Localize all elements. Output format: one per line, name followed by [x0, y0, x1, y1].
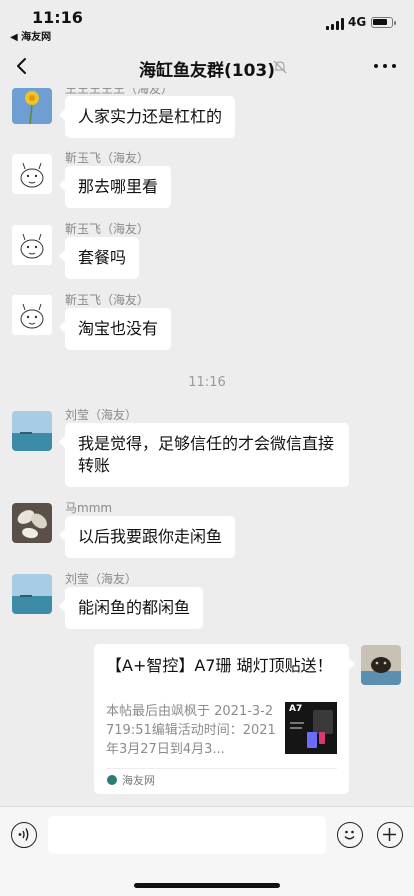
card-thumbnail: A7	[285, 702, 337, 754]
message-bubble[interactable]: 那去哪里看	[58, 166, 172, 208]
card-title: 【A+智控】A7珊 瑚灯顶贴送！	[106, 656, 333, 675]
mute-bell-icon	[273, 59, 287, 74]
card-description: 本帖最后由飒枫于 2021-3-2719:51编辑活动时间：2021年3月27日…	[106, 704, 276, 757]
sender-name: 靳玉飞（海友）	[65, 293, 150, 307]
home-indicator	[134, 883, 280, 888]
sender-name: 马mmm	[65, 501, 113, 515]
input-bar	[0, 806, 414, 896]
cartoon-sketch-avatar[interactable]	[12, 295, 52, 335]
battery-icon	[371, 17, 396, 28]
sea-avatar[interactable]	[12, 574, 52, 614]
voice-icon	[18, 828, 29, 841]
message-bubble[interactable]: 能闲鱼的都闲鱼	[58, 587, 204, 629]
message-bubble[interactable]: 淘宝也没有	[58, 308, 172, 350]
emoji-button[interactable]	[337, 822, 363, 848]
back-to-app-link[interactable]: ◀ 海友网	[10, 28, 51, 43]
sea-avatar[interactable]	[12, 411, 52, 451]
status-time: 11:16	[32, 8, 83, 27]
card-divider	[106, 768, 337, 769]
page-title: 海缸鱼友群(103)	[0, 56, 414, 81]
thumbnail-label: A7	[289, 704, 303, 714]
sender-name: 靳玉飞（海友）	[65, 222, 150, 236]
message-bubble[interactable]: 我是觉得，足够信任的才会微信直接转账	[59, 423, 349, 487]
sender-name: 靳玉飞（海友）	[65, 151, 150, 165]
cartoon-sketch-avatar[interactable]	[12, 154, 52, 194]
more-options-button[interactable]	[374, 64, 398, 70]
status-bar: 11:16 ◀ 海友网 4G	[0, 0, 414, 44]
voice-input-button[interactable]	[11, 822, 37, 848]
signal-icon	[326, 18, 344, 30]
message-input[interactable]	[48, 816, 326, 854]
leaves-avatar[interactable]	[12, 503, 52, 543]
dog-avatar[interactable]	[361, 645, 401, 685]
network-type: 4G	[348, 15, 367, 29]
shared-link-card[interactable]: 【A+智控】A7珊 瑚灯顶贴送！ 本帖最后由飒枫于 2021-3-2719:51…	[94, 644, 355, 794]
chat-messages[interactable]: 王王王王王（海友） 人家实力还是杠杠的 靳玉飞（海友） 那去哪里看 靳玉飞（海友…	[0, 88, 414, 806]
chat-header: 海缸鱼友群(103)	[0, 44, 414, 88]
sender-name: 刘莹（海友）	[65, 572, 138, 586]
smile-icon	[344, 830, 355, 840]
time-divider: 11:16	[188, 375, 226, 390]
cartoon-sketch-avatar[interactable]	[12, 225, 52, 265]
message-bubble[interactable]: 以后我要跟你走闲鱼	[58, 516, 236, 558]
plus-icon	[383, 828, 396, 841]
source-logo-icon	[107, 775, 117, 785]
flower-avatar[interactable]	[12, 88, 52, 124]
group-name: 海缸鱼友群(103)	[138, 61, 276, 81]
sender-name: 刘莹（海友）	[65, 408, 138, 422]
card-source: 海友网	[122, 774, 155, 787]
message-bubble[interactable]: 套餐吗	[58, 237, 140, 279]
message-bubble[interactable]: 人家实力还是杠杠的	[58, 96, 236, 138]
more-functions-button[interactable]	[377, 822, 403, 848]
